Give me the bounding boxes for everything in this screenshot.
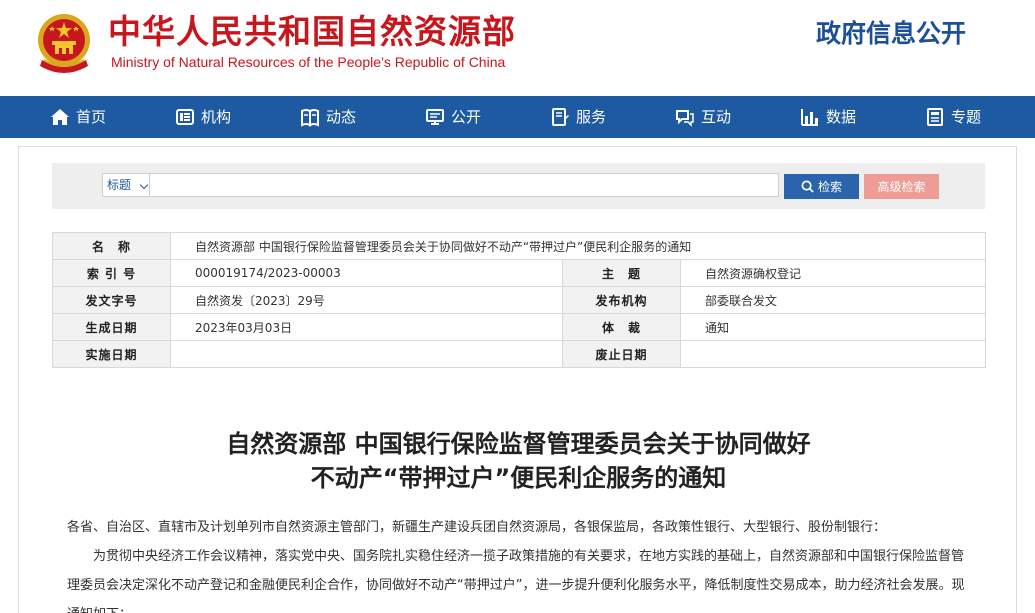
nav-label: 公开 — [451, 108, 482, 126]
search-bar: 标题 检索 高级检索 — [52, 163, 985, 209]
nav-item-service[interactable]: 服务 — [550, 96, 606, 138]
nav-item-data[interactable]: 数据 — [800, 96, 856, 138]
meta-abolish-label: 废止日期 — [562, 340, 681, 368]
nav-label: 首页 — [76, 108, 107, 126]
nav-item-news[interactable]: 动态 — [300, 96, 356, 138]
gov-info-title[interactable]: 政府信息公开 — [816, 18, 966, 50]
meta-date-value: 2023年03月03日 — [170, 313, 563, 341]
article-salutation: 各省、自治区、直辖市及计划单列市自然资源主管部门，新疆生产建设兵团自然资源局，各… — [67, 520, 887, 535]
meta-name-label: 名 称 — [52, 232, 171, 260]
meta-index-label: 索 引 号 — [52, 259, 171, 287]
article-paragraph: 为贯彻中央经济工作会议精神，落实党中央、国务院扎实稳住经济一揽子政策措施的有关要… — [67, 549, 965, 613]
site-header: 中华人民共和国自然资源部 Ministry of Natural Resourc… — [0, 0, 1035, 96]
chat-icon — [676, 110, 694, 127]
search-input[interactable] — [149, 173, 779, 197]
nav-item-institution[interactable]: 机构 — [175, 96, 231, 138]
meta-row-docno: 发文字号 自然资发〔2023〕29号 发布机构 部委联合发文 — [52, 286, 986, 314]
meta-effective-value — [170, 340, 563, 368]
site-title: 中华人民共和国自然资源部 — [108, 12, 516, 51]
nav-label: 动态 — [326, 108, 357, 126]
nav-item-interaction[interactable]: 互动 — [675, 96, 731, 138]
nav-item-topic[interactable]: 专题 — [925, 96, 981, 138]
article-title: 自然资源部 中国银行保险监督管理委员会关于协同做好 不动产“带押过户”便民利企服… — [19, 427, 1018, 495]
meta-docno-label: 发文字号 — [52, 286, 171, 314]
meta-row-date: 生成日期 2023年03月03日 体 裁 通知 — [52, 313, 986, 341]
document-meta-table: 名 称 自然资源部 中国银行保险监督管理委员会关于协同做好不动产“带押过户”便民… — [52, 232, 986, 368]
meta-name-value: 自然资源部 中国银行保险监督管理委员会关于协同做好不动产“带押过户”便民利企服务… — [170, 232, 986, 260]
nav-label: 互动 — [701, 108, 732, 126]
search-button-label: 检索 — [817, 180, 842, 194]
meta-abolish-value — [680, 340, 986, 368]
meta-row-index: 索 引 号 000019174/2023-00003 主 题 自然资源确权登记 — [52, 259, 986, 287]
institution-icon — [176, 109, 194, 125]
meta-row-name: 名 称 自然资源部 中国银行保险监督管理委员会关于协同做好不动产“带押过户”便民… — [52, 232, 986, 260]
meta-genre-value: 通知 — [680, 313, 986, 341]
meta-genre-label: 体 裁 — [562, 313, 681, 341]
search-field-label: 标题 — [107, 178, 132, 192]
nav-label: 专题 — [951, 108, 982, 126]
advanced-search-label: 高级检索 — [877, 180, 926, 194]
meta-issuer-value: 部委联合发文 — [680, 286, 986, 314]
nav-label: 机构 — [201, 108, 232, 126]
meta-effective-label: 实施日期 — [52, 340, 171, 368]
document-edit-icon — [552, 108, 569, 126]
nav-label: 数据 — [826, 108, 857, 126]
article-title-line1: 自然资源部 中国银行保险监督管理委员会关于协同做好 — [226, 430, 811, 458]
advanced-search-button[interactable]: 高级检索 — [864, 174, 939, 199]
search-icon — [801, 180, 814, 193]
nav-label: 服务 — [576, 108, 607, 126]
nav-item-home[interactable]: 首页 — [50, 96, 106, 138]
search-button[interactable]: 检索 — [784, 174, 859, 199]
monitor-icon — [426, 109, 444, 125]
meta-index-value: 000019174/2023-00003 — [170, 259, 563, 287]
content-panel: 标题 检索 高级检索 名 称 自然资源部 中国银行保险监督管理委员会关于协同做好… — [18, 146, 1017, 613]
topic-icon — [927, 108, 943, 126]
nav-item-public[interactable]: 公开 — [425, 96, 481, 138]
search-field-select[interactable]: 标题 — [102, 173, 150, 197]
meta-docno-value: 自然资发〔2023〕29号 — [170, 286, 563, 314]
national-emblem-icon — [38, 14, 90, 73]
site-subtitle: Ministry of Natural Resources of the Peo… — [111, 54, 506, 70]
book-icon — [301, 109, 319, 127]
meta-topic-value: 自然资源确权登记 — [680, 259, 986, 287]
home-icon — [51, 109, 69, 125]
main-nav: 首页 机构 动态 公开 服务 互动 数据 专题 — [0, 96, 1035, 138]
meta-date-label: 生成日期 — [52, 313, 171, 341]
meta-issuer-label: 发布机构 — [562, 286, 681, 314]
meta-row-effective: 实施日期 废止日期 — [52, 340, 986, 368]
meta-topic-label: 主 题 — [562, 259, 681, 287]
article-title-line2: 不动产“带押过户”便民利企服务的通知 — [310, 464, 727, 492]
article-body: 各省、自治区、直辖市及计划单列市自然资源主管部门，新疆生产建设兵团自然资源局，各… — [67, 513, 971, 613]
bar-chart-icon — [801, 109, 818, 126]
chevron-down-icon — [139, 180, 149, 190]
